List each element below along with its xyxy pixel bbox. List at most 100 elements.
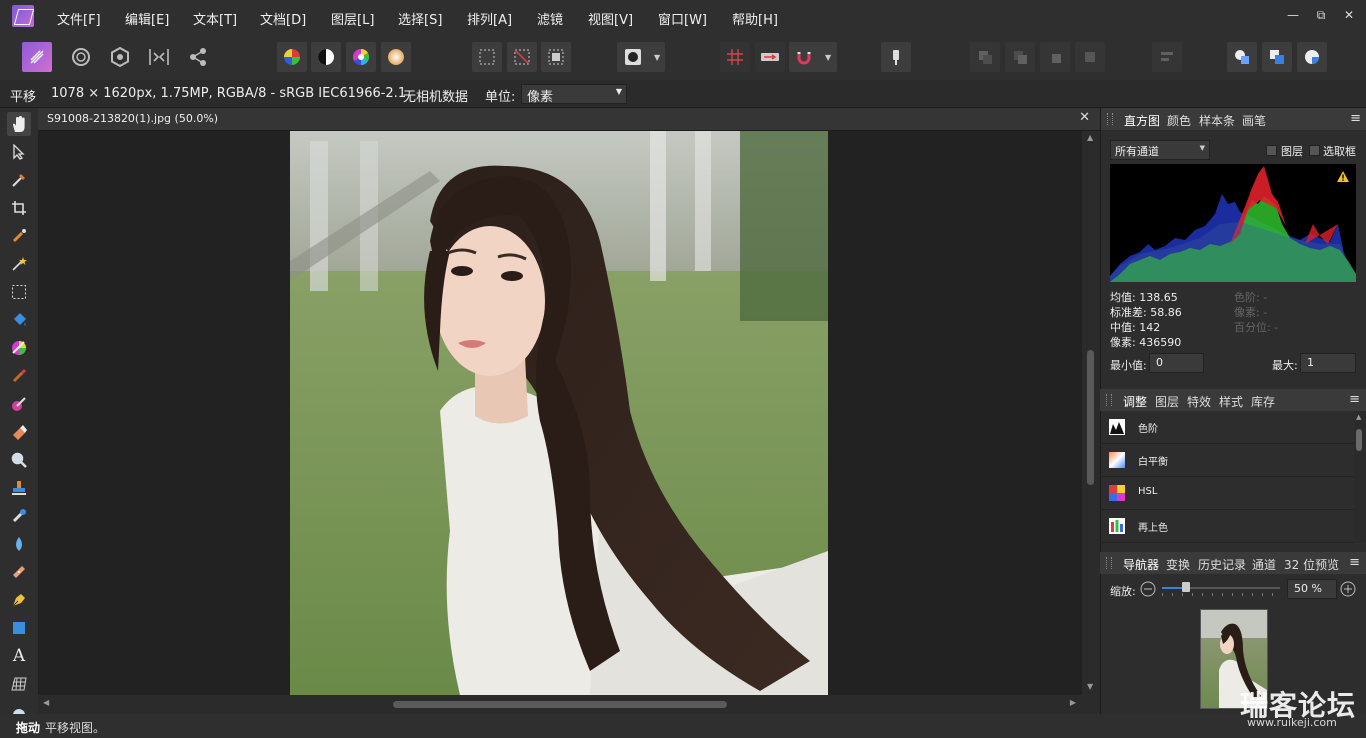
canvas-area[interactable] <box>38 131 1082 695</box>
close-window-button[interactable]: ✕ <box>1341 8 1357 24</box>
zoom-out-icon[interactable] <box>1140 581 1156 597</box>
tab-styles[interactable]: 样式 <box>1219 393 1243 410</box>
color-wheel-tool-icon[interactable] <box>7 336 31 360</box>
move-back-icon[interactable] <box>1005 42 1035 72</box>
unit-select[interactable]: 像素 ▼ <box>521 84 627 105</box>
adjustment-hsl[interactable]: HSL <box>1100 477 1354 510</box>
clone-stamp-icon[interactable] <box>7 476 31 500</box>
color-balance-icon[interactable] <box>277 42 307 72</box>
adjustments-scroll-thumb[interactable] <box>1356 429 1362 451</box>
zoom-tool-icon[interactable] <box>7 448 31 472</box>
menu-select[interactable]: 选择[S] <box>398 9 442 28</box>
eraser-icon[interactable] <box>7 420 31 444</box>
close-document-icon[interactable]: ✕ <box>1079 110 1090 125</box>
boolean-subtract-icon[interactable] <box>1262 42 1292 72</box>
menu-filters[interactable]: 滤镜 <box>537 9 563 28</box>
boolean-add-icon[interactable] <box>1227 42 1257 72</box>
tab-32bit-preview[interactable]: 32 位预览 <box>1284 556 1339 573</box>
gradient-icon[interactable] <box>381 42 411 72</box>
menu-help[interactable]: 帮助[H] <box>732 9 778 28</box>
black-white-icon[interactable] <box>311 42 341 72</box>
zoom-value-input[interactable]: 50 % <box>1287 579 1337 599</box>
adjustment-levels[interactable]: 色阶 <box>1100 411 1354 444</box>
tab-layers[interactable]: 图层 <box>1155 393 1179 410</box>
layer-checkbox[interactable] <box>1266 145 1277 156</box>
boolean-intersect-icon[interactable] <box>1297 42 1327 72</box>
menu-window[interactable]: 窗口[W] <box>658 9 707 28</box>
menu-file[interactable]: 文件[F] <box>57 9 101 28</box>
deselect-icon[interactable] <box>507 42 537 72</box>
color-replace-brush-icon[interactable] <box>7 392 31 416</box>
scroll-up-icon[interactable]: ▲ <box>1356 413 1361 421</box>
adjustment-recolor[interactable]: 再上色 <box>1100 510 1354 543</box>
adjustment-white-balance[interactable]: 白平衡 <box>1100 444 1354 477</box>
scroll-right-icon[interactable]: ▶ <box>1070 698 1076 707</box>
tab-effects[interactable]: 特效 <box>1187 393 1211 410</box>
menu-document[interactable]: 文档[D] <box>260 9 306 28</box>
zoom-in-icon[interactable] <box>1340 581 1356 597</box>
hsl-wheel-icon[interactable] <box>346 42 376 72</box>
chevron-down-icon[interactable]: ▼ <box>825 53 831 62</box>
snapping-magnet-icon[interactable]: ▼ <box>789 42 837 72</box>
channel-select[interactable]: 所有通道 ▼ <box>1110 140 1210 160</box>
move-to-front-icon[interactable] <box>1075 42 1105 72</box>
mesh-warp-icon[interactable] <box>7 672 31 696</box>
restore-button[interactable]: ⧉ <box>1313 8 1329 24</box>
vertical-scroll-thumb[interactable] <box>1087 350 1094 485</box>
tab-history[interactable]: 历史记录 <box>1198 556 1246 573</box>
paint-brush-icon[interactable] <box>7 364 31 388</box>
text-tool-icon[interactable]: A <box>7 644 31 668</box>
menu-arrange[interactable]: 排列[A] <box>467 9 512 28</box>
selection-brush-icon[interactable] <box>7 224 31 248</box>
scroll-down-icon[interactable]: ▼ <box>1087 682 1093 691</box>
zoom-slider[interactable] <box>1162 582 1280 599</box>
minimize-button[interactable]: — <box>1285 8 1301 24</box>
tone-mapping-persona-icon[interactable] <box>144 42 174 72</box>
scroll-left-icon[interactable]: ◀ <box>43 698 49 707</box>
affinity-photo-logo-icon[interactable] <box>12 5 34 27</box>
document-tab[interactable]: S91008-213820(1).jpg (50.0%) ✕ <box>38 108 1100 131</box>
max-value-input[interactable]: 1 <box>1300 353 1356 373</box>
panel-menu-icon[interactable]: ≡ <box>1349 392 1360 407</box>
assistant-icon[interactable] <box>755 42 785 72</box>
tab-navigator[interactable]: 导航器 <box>1123 556 1159 573</box>
tab-stock[interactable]: 库存 <box>1251 393 1275 410</box>
blur-brush-icon[interactable] <box>7 532 31 556</box>
chevron-down-icon[interactable]: ▼ <box>654 53 660 62</box>
tab-channels[interactable]: 通道 <box>1252 556 1276 573</box>
rectangle-tool-icon[interactable] <box>7 616 31 640</box>
develop-persona-icon[interactable] <box>105 42 135 72</box>
pen-tool-icon[interactable] <box>7 588 31 612</box>
color-picker-icon[interactable] <box>7 168 31 192</box>
menu-view[interactable]: 视图[V] <box>588 9 633 28</box>
adjustments-scrollbar[interactable]: ▲ <box>1354 411 1366 543</box>
marquee-select-icon[interactable] <box>472 42 502 72</box>
flood-select-icon[interactable] <box>7 252 31 276</box>
scroll-up-icon[interactable]: ▲ <box>1087 133 1093 142</box>
snapping-grid-icon[interactable] <box>720 42 750 72</box>
panel-grip-icon[interactable] <box>1106 557 1112 569</box>
menu-text[interactable]: 文本[T] <box>193 9 237 28</box>
move-to-back-icon[interactable] <box>970 42 1000 72</box>
move-forward-icon[interactable] <box>1040 42 1070 72</box>
flood-fill-icon[interactable] <box>7 308 31 332</box>
marquee-tool-icon[interactable] <box>7 280 31 304</box>
invert-selection-icon[interactable] <box>541 42 571 72</box>
quick-mask-icon[interactable]: ▼ <box>617 42 665 72</box>
liquify-persona-icon[interactable] <box>66 42 96 72</box>
selection-checkbox[interactable] <box>1309 145 1320 156</box>
tab-swatches[interactable]: 样本条 <box>1199 112 1235 129</box>
panel-grip-icon[interactable] <box>1107 113 1113 125</box>
document-photo[interactable] <box>290 131 828 695</box>
align-icon[interactable] <box>1152 42 1182 72</box>
tab-brushes[interactable]: 画笔 <box>1242 112 1266 129</box>
healing-brush-icon[interactable] <box>7 504 31 528</box>
horizontal-scroll-thumb[interactable] <box>393 701 727 708</box>
photo-persona-icon[interactable] <box>22 42 52 72</box>
patch-tool-icon[interactable] <box>7 560 31 584</box>
tab-histogram[interactable]: 直方图 <box>1124 112 1160 129</box>
move-tool-icon[interactable] <box>7 140 31 164</box>
panel-menu-icon[interactable]: ≡ <box>1349 555 1360 570</box>
crop-tool-icon[interactable] <box>7 196 31 220</box>
zoom-slider-handle[interactable] <box>1181 582 1190 592</box>
